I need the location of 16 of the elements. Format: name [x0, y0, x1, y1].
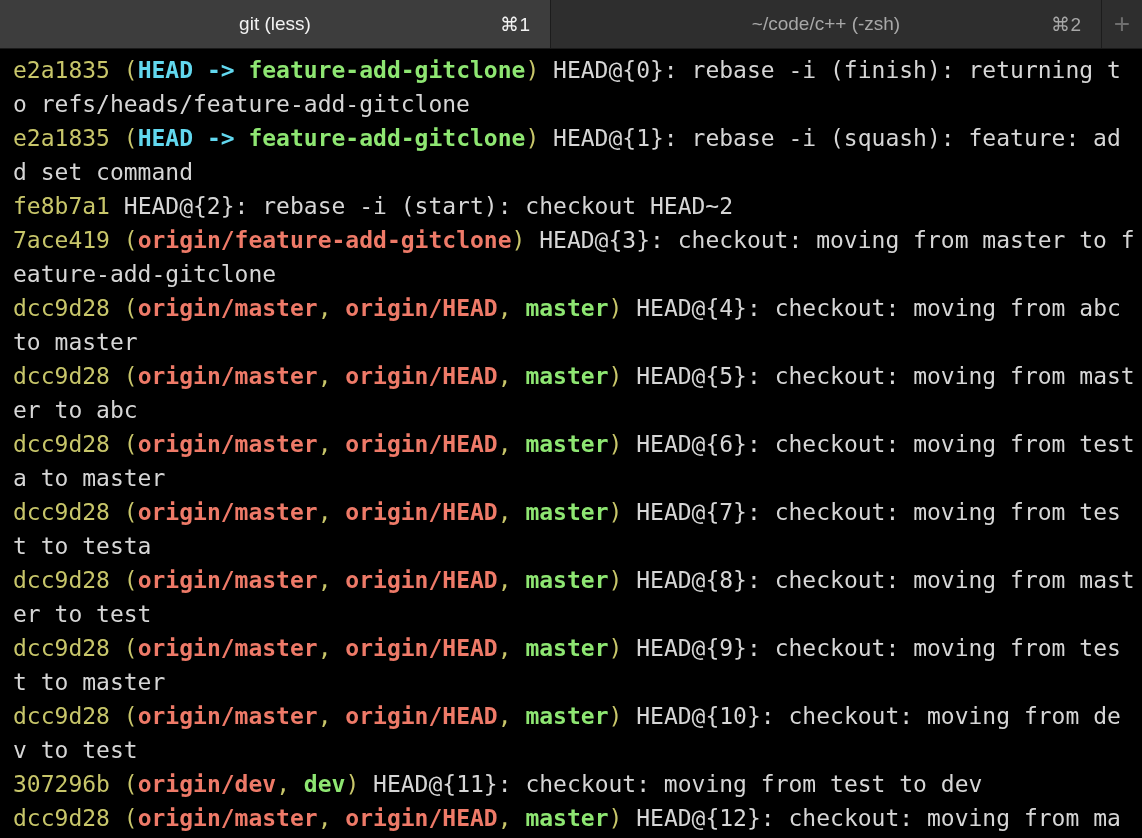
terminal-tab[interactable]: git (less) ⌘1 [0, 0, 551, 48]
reflog-line: dcc9d28 (origin/master, origin/HEAD, master) HEAD@{7}: checkout: moving from test to testa [13, 498, 1122, 561]
reflog-line: dcc9d28 (origin/master, origin/HEAD, master) HEAD@{9}: checkout: moving from test to master [13, 634, 1122, 697]
reflog-line: dcc9d28 (origin/master, origin/HEAD, master) HEAD@{4}: checkout: moving from abc to master [13, 294, 1122, 357]
reflog-line: fe8b7a1 HEAD@{2}: rebase -i (start): checkout HEAD~2 [13, 192, 735, 221]
reflog-line: dcc9d28 (origin/master, origin/HEAD, master) HEAD@{5}: checkout: moving from master to abc [13, 362, 1136, 425]
reflog-line: dcc9d28 (origin/master, origin/HEAD, master) HEAD@{6}: checkout: moving from testa to master [13, 430, 1136, 493]
reflog-line: 7ace419 (origin/feature-add-gitclone) HEAD@{3}: checkout: moving from master to feature-add-gitclone [13, 226, 1136, 289]
reflog-line: 307296b (origin/dev, dev) HEAD@{11}: checkout: moving from test to dev [13, 770, 984, 799]
reflog-line: e2a1835 (HEAD -> feature-add-gitclone) HEAD@{0}: rebase -i (finish): returning to refs/heads/feature-add-gitclone [13, 56, 1122, 119]
reflog-line: e2a1835 (HEAD -> feature-add-gitclone) HEAD@{1}: rebase -i (squash): feature: add set command [13, 124, 1122, 187]
shortcut-label: ⌘1 [500, 12, 530, 36]
reflog-line: dcc9d28 (origin/master, origin/HEAD, master) HEAD@{10}: checkout: moving from dev to test [13, 702, 1122, 765]
reflog-line: dcc9d28 (origin/master, origin/HEAD, master) HEAD@{12}: checkout: moving from ma [13, 804, 1122, 833]
reflog-line: dcc9d28 (origin/master, origin/HEAD, master) HEAD@{8}: checkout: moving from master to test [13, 566, 1136, 629]
shortcut-label: ⌘2 [1051, 12, 1081, 36]
